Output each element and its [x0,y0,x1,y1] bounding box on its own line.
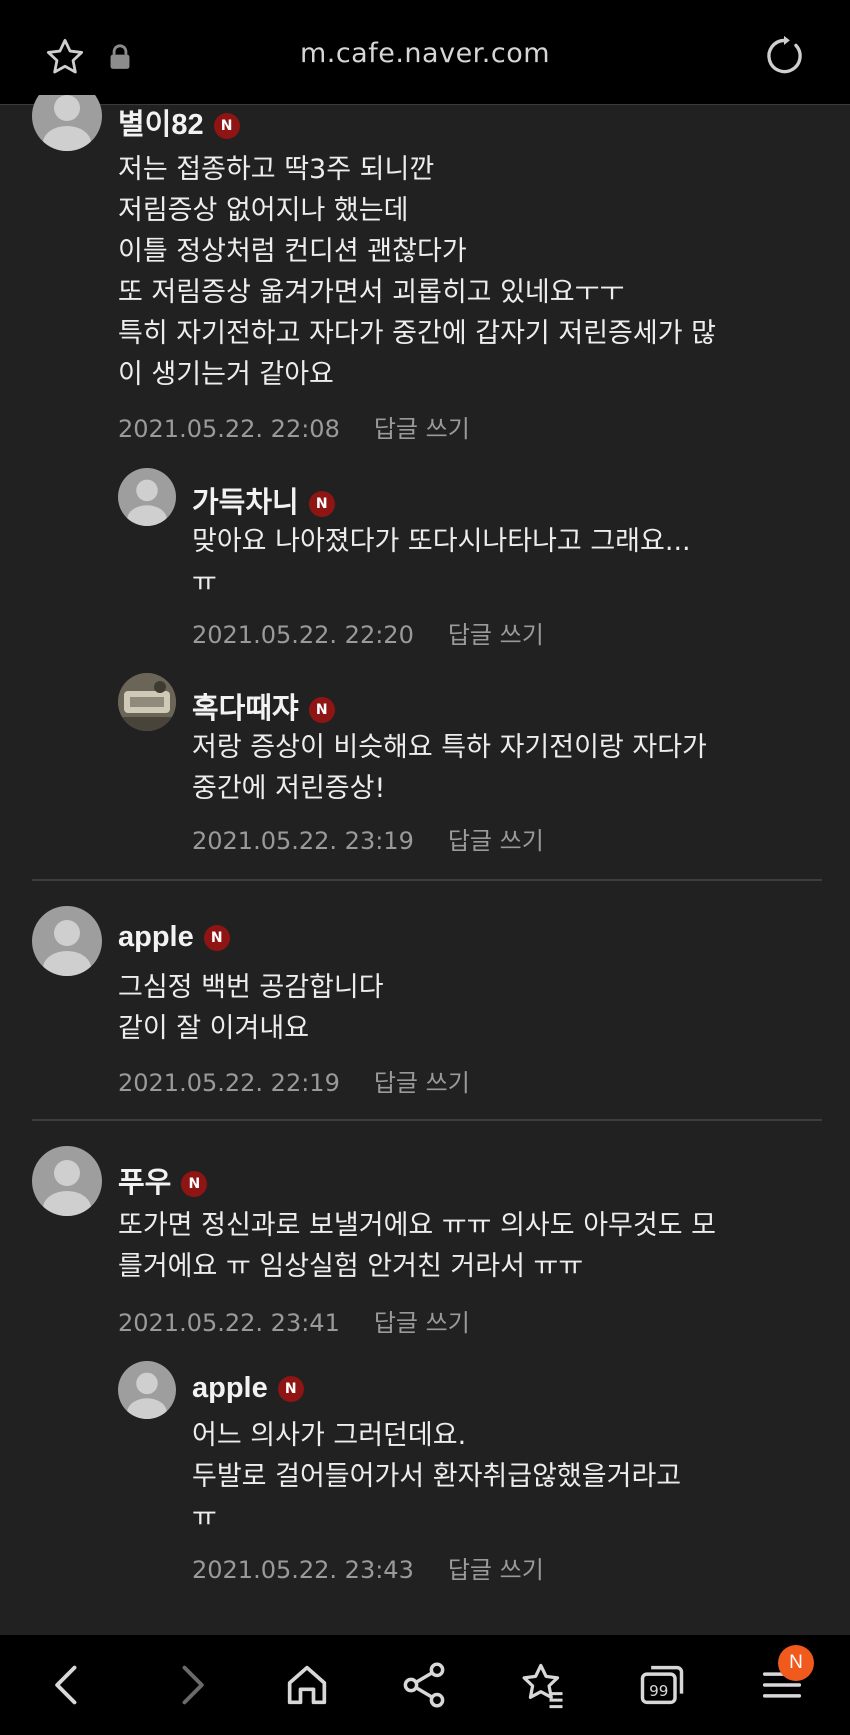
share-icon [403,1662,445,1708]
comment-date: 2021.05.22. 23:43 [192,1556,414,1584]
avatar[interactable] [32,95,102,151]
comment-meta: 2021.05.22. 23:19 답글 쓰기 [192,821,544,856]
svg-text:99: 99 [649,1682,668,1700]
back-icon [55,1665,77,1705]
comment-nickname[interactable]: 별이82 N [118,101,240,143]
share-button[interactable] [398,1659,450,1711]
comment-text: 그심정 백번 공감합니다 같이 잘 이겨내요 [118,972,384,1044]
comment-date: 2021.05.22. 22:20 [192,621,414,649]
new-badge: N [277,1376,304,1402]
default-avatar-icon [43,95,91,151]
comment-divider [32,879,822,881]
bookmark-icon [522,1663,563,1709]
avatar[interactable] [118,673,176,731]
tabs-icon: 99 [640,1665,684,1705]
browser-bottom-bar: 99 N [0,1635,850,1735]
comment-nickname[interactable]: 가득차니 N [192,479,335,521]
comment-meta: 2021.05.22. 22:08 답글 쓰기 [118,409,470,444]
avatar[interactable] [32,906,102,976]
comment-text: 저랑 증상이 비슷해요 특하 자기전이랑 자다가 중간에 저린증상! [192,732,707,804]
bookmark-button[interactable] [517,1659,569,1711]
forward-icon [182,1665,204,1705]
avatar[interactable] [118,468,176,526]
new-badge: N [181,1171,208,1197]
comment-meta: 2021.05.22. 23:43 답글 쓰기 [192,1550,544,1585]
avatar[interactable] [118,1361,176,1419]
comment-nickname[interactable]: apple N [192,1372,304,1405]
reload-icon[interactable] [762,34,806,78]
comment-text: 저는 접종하고 딱3주 되니깐 저림증상 없어지나 했는데 이틀 정상처럼 컨디… [118,154,716,390]
comment-text: 맞아요 나아졌다가 또다시나타나고 그래요... ㅠ [192,526,691,598]
reply-button[interactable]: 답글 쓰기 [374,1069,470,1097]
tabs-button[interactable]: 99 [636,1659,688,1711]
back-button[interactable] [42,1659,94,1711]
default-avatar-icon [43,920,91,976]
comment-nickname[interactable]: apple N [118,921,230,954]
notification-badge[interactable]: N [778,1645,814,1681]
reply-button[interactable]: 답글 쓰기 [448,1556,544,1584]
comment-date: 2021.05.22. 23:19 [192,827,414,855]
comment-divider [32,1119,822,1121]
new-badge: N [308,697,335,723]
comment-meta: 2021.05.22. 23:41 답글 쓰기 [118,1303,470,1338]
comment-date: 2021.05.22. 22:19 [118,1069,340,1097]
comment-date: 2021.05.22. 23:41 [118,1309,340,1337]
reply-button[interactable]: 답글 쓰기 [374,1309,470,1337]
comment-list: 별이82 N 저는 접종하고 딱3주 되니깐 저림증상 없어지나 했는데 이틀 정… [0,95,850,1635]
url-address-bar[interactable]: m.cafe.naver.com [0,38,850,69]
default-avatar-icon [127,1372,167,1419]
comment-nickname[interactable]: 푸우 N [118,1159,208,1201]
new-badge: N [203,925,230,951]
comment-date: 2021.05.22. 22:08 [118,415,340,443]
comment-meta: 2021.05.22. 22:19 답글 쓰기 [118,1063,470,1098]
home-button[interactable] [281,1659,333,1711]
comment-text: 또가면 정신과로 보낼거에요 ㅠㅠ 의사도 아무것도 모 를거에요 ㅠ 임상실험… [118,1210,716,1282]
avatar[interactable] [32,1146,102,1216]
reply-button[interactable]: 답글 쓰기 [448,621,544,649]
browser-top-bar: m.cafe.naver.com [0,0,850,105]
new-badge: N [308,491,335,517]
forward-button[interactable] [165,1659,217,1711]
comment-text: 어느 의사가 그러던데요. 두발로 걸어들어가서 환자취급않했을거라고 ㅠ [192,1420,682,1533]
profile-photo [118,673,176,731]
home-icon [287,1665,327,1705]
default-avatar-icon [43,1160,91,1216]
reply-button[interactable]: 답글 쓰기 [448,827,544,855]
default-avatar-icon [127,479,167,526]
comment-meta: 2021.05.22. 22:20 답글 쓰기 [192,615,544,650]
comment-nickname[interactable]: 혹다때쟈 N [192,685,335,727]
new-badge: N [213,113,240,139]
reply-button[interactable]: 답글 쓰기 [374,415,470,443]
